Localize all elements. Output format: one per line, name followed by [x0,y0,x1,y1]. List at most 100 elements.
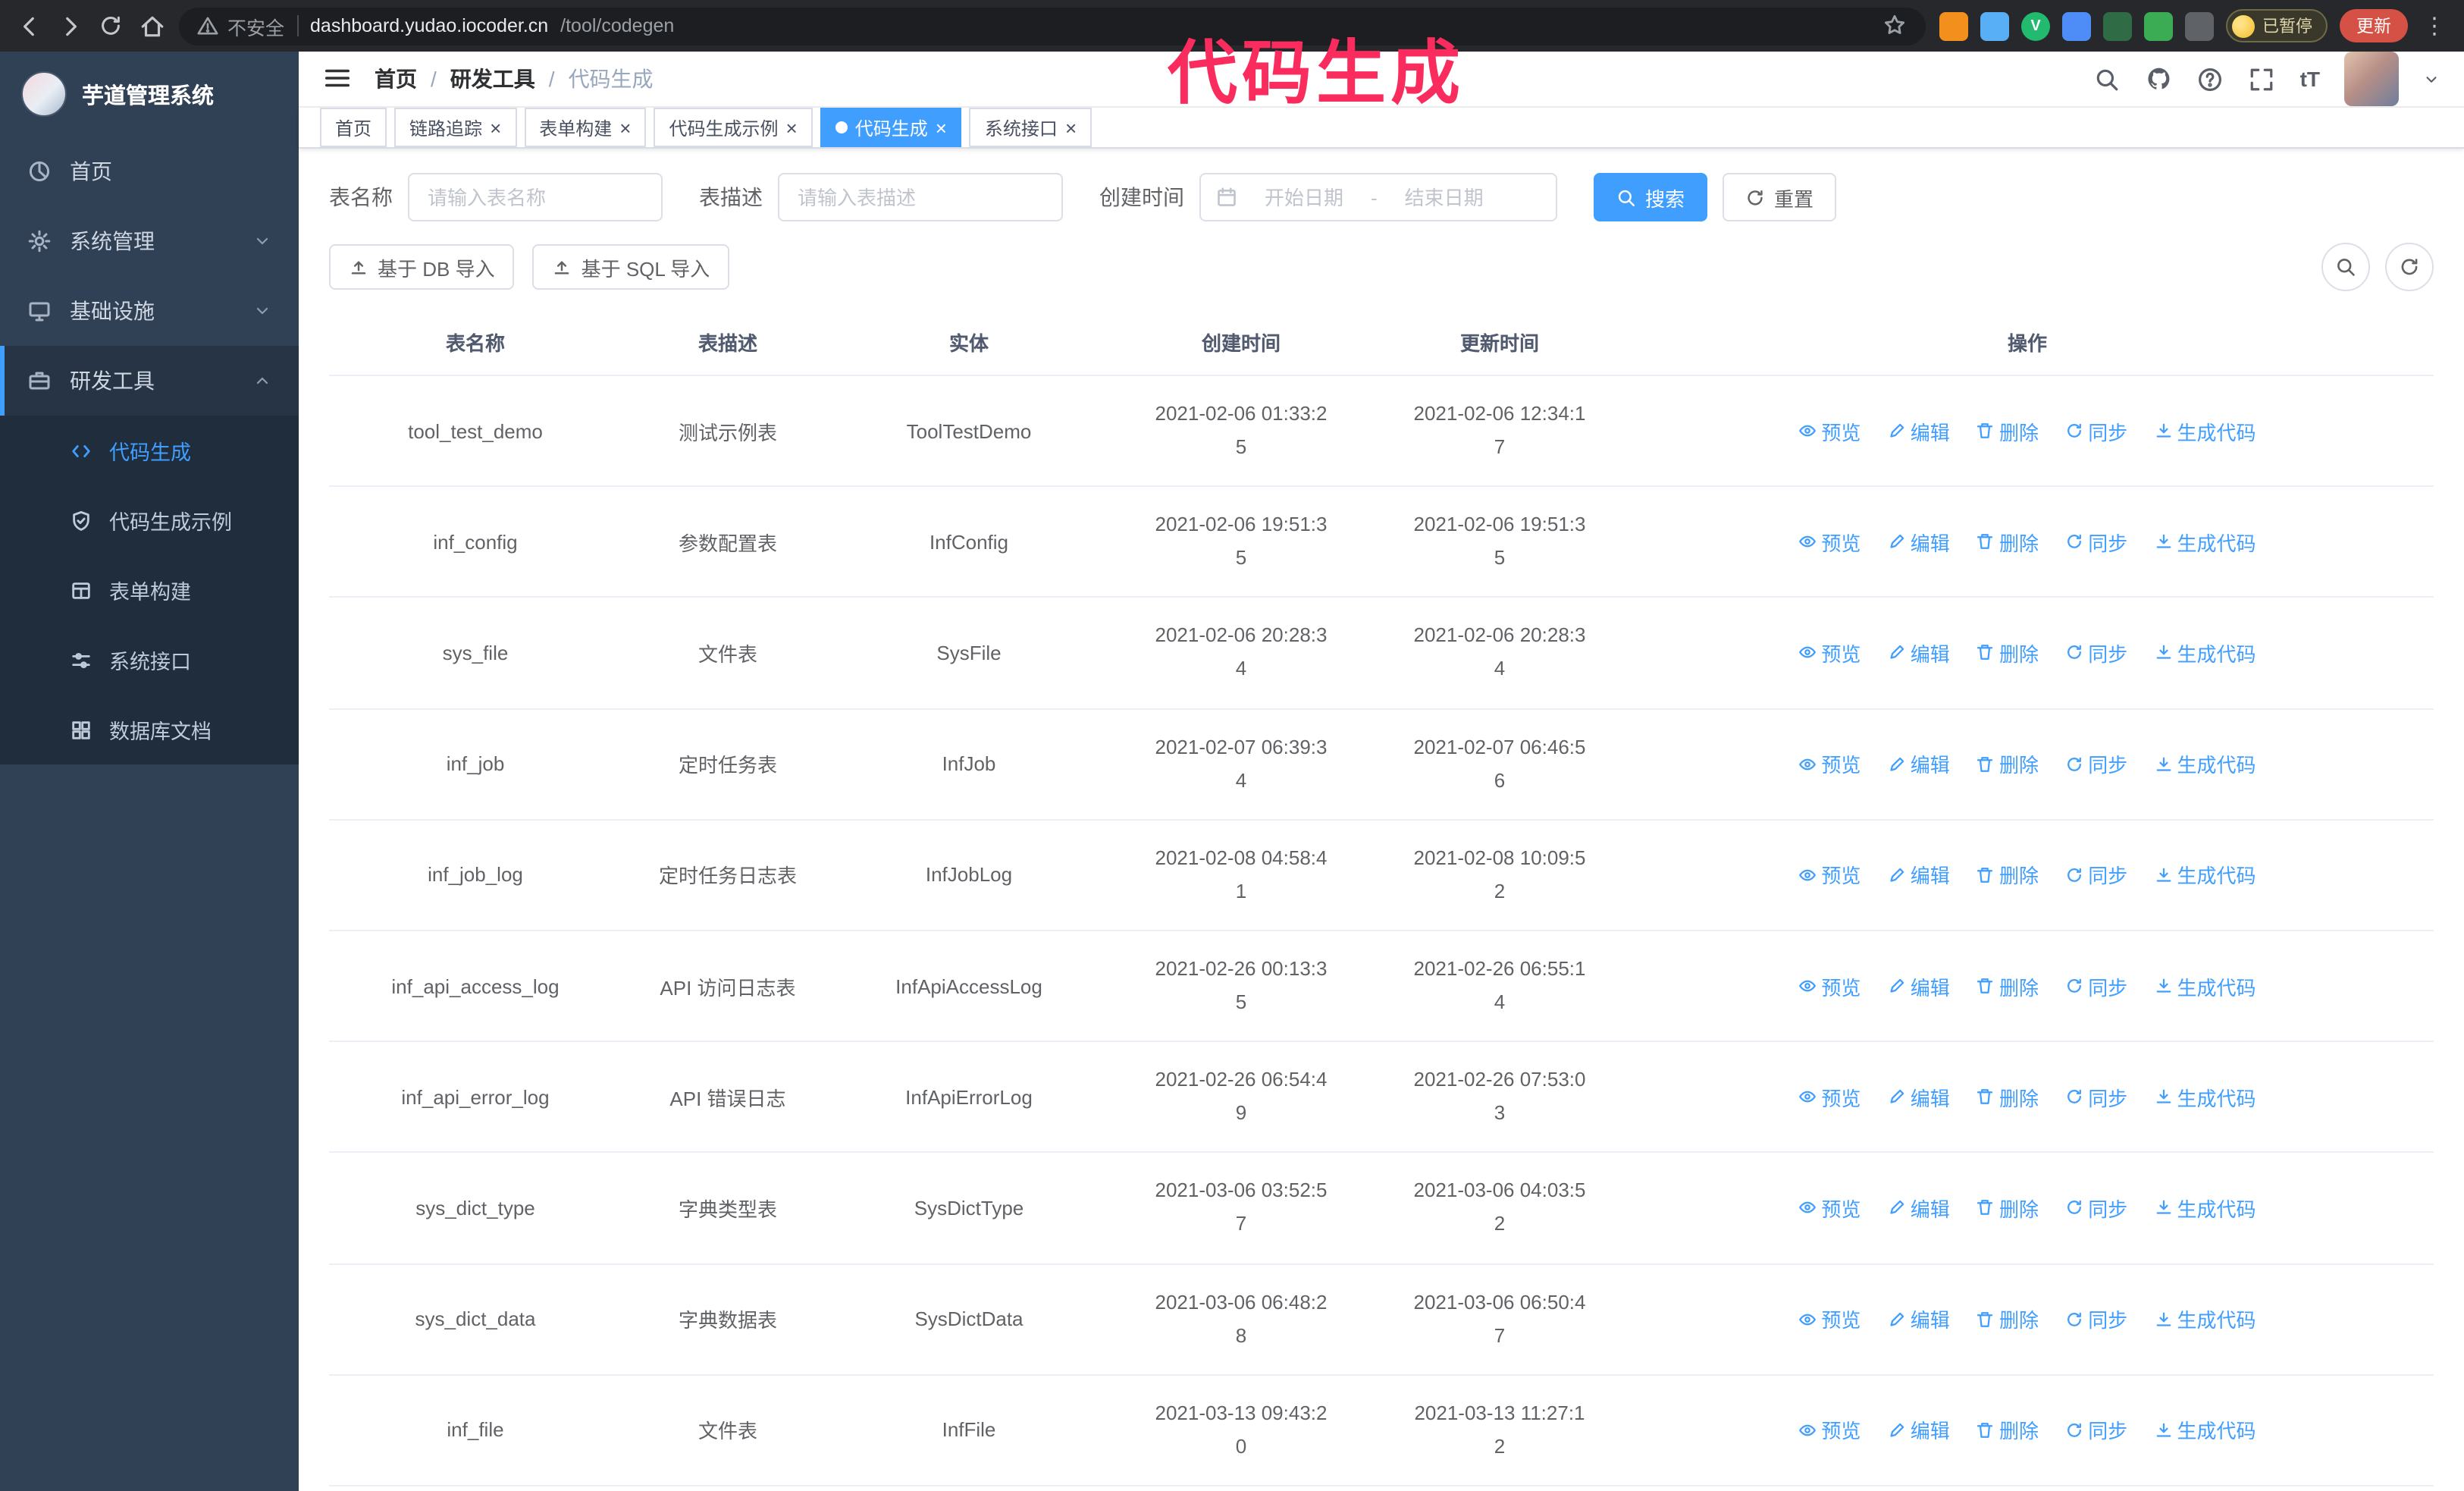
preview-link[interactable]: 预览 [1798,1304,1861,1333]
search-icon[interactable] [2094,65,2121,93]
bookmark-star-icon[interactable] [1883,14,1908,38]
extension-icon-7[interactable] [2185,11,2214,40]
preview-link[interactable]: 预览 [1798,528,1861,557]
generate-code-link[interactable]: 生成代码 [2155,639,2256,667]
tab-form-builder[interactable]: 表单构建 × [524,108,647,147]
forward-icon[interactable] [56,12,83,39]
tab-codegen[interactable]: 代码生成 × [820,108,962,147]
search-button[interactable]: 搜索 [1594,173,1708,221]
back-icon[interactable] [15,12,42,39]
browser-update-button[interactable]: 更新 [2340,9,2408,42]
sidebar-item-codegen[interactable]: 代码生成 [0,416,299,485]
generate-code-link[interactable]: 生成代码 [2155,972,2256,1000]
edit-link[interactable]: 编辑 [1888,1194,1950,1223]
start-date-input[interactable] [1246,186,1362,209]
tab-trace[interactable]: 链路追踪 × [394,108,517,147]
extension-icon-3[interactable]: V [2021,11,2050,40]
preview-link[interactable]: 预览 [1798,639,1861,667]
delete-link[interactable]: 删除 [1977,1416,2039,1445]
browser-menu-icon[interactable]: ⋮ [2420,12,2449,39]
refresh-table-button[interactable] [2385,243,2434,291]
sidebar-item-home[interactable]: 首页 [0,137,299,206]
close-icon[interactable]: × [490,118,501,137]
tab-system-api[interactable]: 系统接口 × [969,108,1092,147]
sidebar-item-db-doc[interactable]: 数据库文档 [0,695,299,764]
edit-link[interactable]: 编辑 [1888,861,1950,890]
extension-icon-2[interactable] [1980,11,2009,40]
generate-code-link[interactable]: 生成代码 [2155,749,2256,778]
delete-link[interactable]: 删除 [1977,1304,2039,1333]
sidebar-item-codegen-example[interactable]: 代码生成示例 [0,485,299,555]
reset-button[interactable]: 重置 [1723,173,1837,221]
generate-code-link[interactable]: 生成代码 [2155,1304,2256,1333]
delete-link[interactable]: 删除 [1977,861,2039,890]
table-desc-input[interactable] [778,173,1063,221]
sidebar-item-system-api[interactable]: 系统接口 [0,625,299,695]
delete-link[interactable]: 删除 [1977,972,2039,1000]
extension-icon-4[interactable] [2062,11,2091,40]
user-menu-caret-icon[interactable] [2423,71,2440,87]
generate-code-link[interactable]: 生成代码 [2155,1194,2256,1223]
import-db-button[interactable]: 基于 DB 导入 [329,244,515,290]
edit-link[interactable]: 编辑 [1888,1416,1950,1445]
user-avatar[interactable] [2344,52,2399,106]
generate-code-link[interactable]: 生成代码 [2155,1082,2256,1111]
sync-link[interactable]: 同步 [2065,749,2127,778]
edit-link[interactable]: 编辑 [1888,416,1950,445]
edit-link[interactable]: 编辑 [1888,749,1950,778]
home-icon[interactable] [138,12,165,39]
security-chip[interactable]: 不安全 [197,11,284,40]
sidebar-item-devtools[interactable]: 研发工具 [0,346,299,416]
delete-link[interactable]: 删除 [1977,1082,2039,1111]
sidebar-item-infra[interactable]: 基础设施 [0,276,299,346]
edit-link[interactable]: 编辑 [1888,972,1950,1000]
sync-link[interactable]: 同步 [2065,1304,2127,1333]
delete-link[interactable]: 删除 [1977,528,2039,557]
app-logo[interactable]: 芋道管理系统 [0,52,299,137]
end-date-input[interactable] [1386,186,1502,209]
sync-link[interactable]: 同步 [2065,416,2127,445]
sync-link[interactable]: 同步 [2065,861,2127,890]
edit-link[interactable]: 编辑 [1888,528,1950,557]
preview-link[interactable]: 预览 [1798,1194,1861,1223]
edit-link[interactable]: 编辑 [1888,639,1950,667]
sync-link[interactable]: 同步 [2065,1194,2127,1223]
import-sql-button[interactable]: 基于 SQL 导入 [532,244,730,290]
preview-link[interactable]: 预览 [1798,972,1861,1000]
preview-link[interactable]: 预览 [1798,1416,1861,1445]
fullscreen-icon[interactable] [2249,65,2276,93]
edit-link[interactable]: 编辑 [1888,1304,1950,1333]
generate-code-link[interactable]: 生成代码 [2155,1416,2256,1445]
font-size-icon[interactable]: tT [2300,67,2320,91]
tab-codegen-example[interactable]: 代码生成示例 × [654,108,813,147]
preview-link[interactable]: 预览 [1798,416,1861,445]
profile-paused-badge[interactable]: 已暂停 [2226,9,2328,42]
hamburger-icon[interactable] [323,64,353,94]
address-bar[interactable]: 不安全 dashboard.yudao.iocoder.cn/tool/code… [179,7,1926,45]
preview-link[interactable]: 预览 [1798,861,1861,890]
sidebar-item-system[interactable]: 系统管理 [0,206,299,276]
extension-icon-5[interactable] [2103,11,2132,40]
close-icon[interactable]: × [936,118,947,137]
sync-link[interactable]: 同步 [2065,1082,2127,1111]
breadcrumb-devtools[interactable]: 研发工具 [450,64,535,94]
delete-link[interactable]: 删除 [1977,1194,2039,1223]
help-icon[interactable] [2197,65,2224,93]
delete-link[interactable]: 删除 [1977,639,2039,667]
sync-link[interactable]: 同步 [2065,528,2127,557]
sync-link[interactable]: 同步 [2065,1416,2127,1445]
sidebar-item-form-builder[interactable]: 表单构建 [0,555,299,625]
github-icon[interactable] [2146,65,2173,93]
delete-link[interactable]: 删除 [1977,749,2039,778]
edit-link[interactable]: 编辑 [1888,1082,1950,1111]
delete-link[interactable]: 删除 [1977,416,2039,445]
table-name-input[interactable] [408,173,663,221]
generate-code-link[interactable]: 生成代码 [2155,416,2256,445]
preview-link[interactable]: 预览 [1798,749,1861,778]
reload-icon[interactable] [97,12,124,39]
extension-icon-6[interactable] [2144,11,2173,40]
generate-code-link[interactable]: 生成代码 [2155,528,2256,557]
tab-home[interactable]: 首页 [320,108,387,147]
date-range-picker[interactable]: - [1199,173,1557,221]
extension-icon-1[interactable] [1939,11,1968,40]
